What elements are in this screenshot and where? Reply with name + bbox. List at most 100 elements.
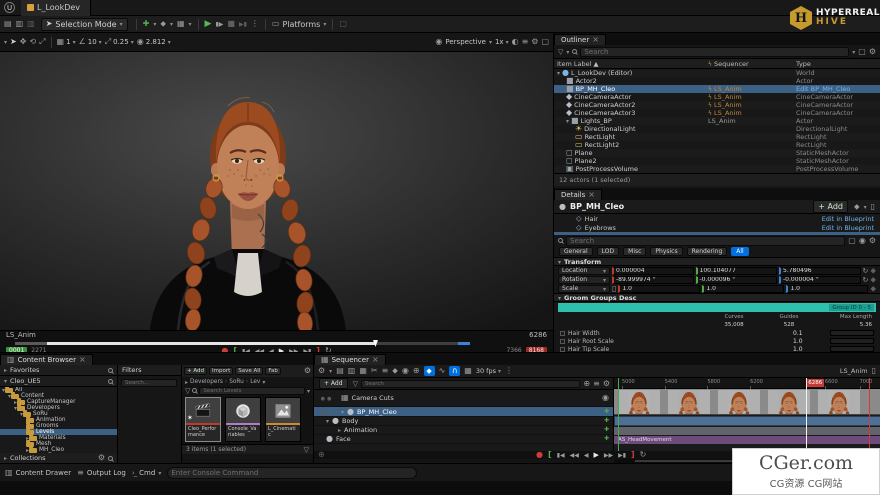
add-component-button[interactable]: + Add [813,200,848,213]
column-sequencer[interactable]: Sequencer [708,60,796,68]
go-to-end-button[interactable] [618,451,626,459]
console-command-input[interactable] [167,467,417,479]
sequencer-settings-icon[interactable] [318,367,325,375]
outliner-row[interactable]: Plane2StaticMeshActor [554,157,880,165]
step-back-button[interactable] [584,451,589,459]
timeline-ruler[interactable]: 5000 5400 5800 6200 6600 7000 6286 [614,378,880,389]
fab-button[interactable]: Fab [265,367,281,375]
keyframe-icon[interactable] [870,285,876,293]
tab-sequencer[interactable]: Sequencer [314,354,386,365]
content-drawer-button[interactable]: Content Drawer [5,469,71,477]
close-icon[interactable] [588,191,595,199]
chevron-down-icon[interactable] [262,378,265,386]
grid-snap-control[interactable]: 1 [57,38,76,46]
filter-all[interactable]: All [731,247,748,256]
add-track-button[interactable]: + Add [319,378,348,389]
render-movie-icon[interactable] [359,367,367,375]
outliner-row[interactable]: PostProcessVolumePostProcessVolume [554,165,880,173]
set-playback-start-button[interactable] [548,451,552,459]
actions-icon[interactable] [382,367,389,375]
transform-section-header[interactable]: Transform [554,257,880,266]
view-mode-icon[interactable] [512,38,519,46]
track-body[interactable]: Body [314,417,613,426]
checkbox[interactable] [560,339,565,344]
chevron-down-icon[interactable] [153,20,156,28]
outliner-row[interactable]: RectLight2RectLight [554,141,880,149]
component-row-eyebrows[interactable]: Eyebrows Edit in Blueprint [554,223,880,232]
hair-root-scale-value[interactable]: 1.0 [793,338,827,345]
lock-icon[interactable] [872,367,876,375]
groom-group-bar[interactable]: Group ID 0 - 5 [558,303,876,312]
expander-icon[interactable] [338,426,341,434]
project-header[interactable]: Cleo_UE5 [0,376,117,387]
list-options-icon[interactable] [593,380,600,388]
chevron-down-icon[interactable] [307,387,310,395]
tab-content-browser[interactable]: Content Browser [0,354,93,365]
expand-icon[interactable] [583,380,590,388]
asset-cleo-performance[interactable]: ✶ Cleo_Performance [185,397,221,442]
viewport-3d-canvas[interactable] [0,52,553,330]
details-settings-icon[interactable] [869,237,876,245]
column-type[interactable]: Type [796,60,880,68]
scale-dropdown[interactable]: Scale [558,285,610,293]
details-search-input[interactable] [566,236,845,246]
edit-in-blueprint-link[interactable]: Edit in Blueprint [822,215,874,223]
scale-lock-icon[interactable] [612,285,616,293]
solo-icon[interactable] [327,408,331,416]
play-options-icon[interactable] [251,20,259,28]
rotation-dropdown[interactable]: Rotation [558,276,610,284]
content-drawer-icon[interactable] [16,20,24,28]
breadcrumb-soru[interactable]: SoRu [229,379,244,385]
close-icon[interactable] [372,356,379,364]
loop-button[interactable] [640,451,647,459]
platforms-dropdown[interactable]: Platforms [272,20,326,29]
add-actor-icon[interactable] [143,20,150,28]
hair-width-value[interactable]: 0.1 [793,330,827,337]
rewind-button[interactable] [570,451,579,459]
outliner-row[interactable]: CineCameraActor2LS_AnimCineCameraActor [554,101,880,109]
scale-z-field[interactable]: 1.0 [786,285,868,293]
camera-speed-control[interactable]: 2.812 [137,38,171,46]
curve-editor-icon[interactable] [439,367,446,375]
cmd-dropdown[interactable]: Cmd [132,469,161,477]
screen-percentage-control[interactable]: 1x [495,38,509,46]
search-icon[interactable] [108,456,113,461]
camera-cuts-track-thumbnails[interactable] [614,389,880,415]
asset-l-cinematic[interactable]: L_Cinematic [265,397,301,442]
outliner-row[interactable]: RectLightRectLight [554,133,880,141]
viewport-options-icon[interactable] [4,38,7,46]
chevron-down-icon[interactable] [329,367,332,375]
stop-icon[interactable] [227,20,235,28]
visibility-icon[interactable] [859,237,866,245]
lock-icon[interactable] [871,203,875,211]
camera-icon[interactable] [464,367,472,375]
track-camera-cuts[interactable]: Camera Cuts [314,390,613,407]
gear-icon[interactable] [304,367,311,375]
rotate-tool-icon[interactable] [29,38,36,46]
import-button[interactable]: Import [209,367,233,375]
fps-dropdown[interactable]: 30 fps [476,367,501,375]
save-icon[interactable] [4,20,12,28]
asset-search-input[interactable] [199,387,305,395]
chevron-down-icon[interactable] [852,48,855,56]
outliner-row[interactable]: L_LookDev (Editor)World [554,69,880,77]
chevron-down-icon[interactable] [566,48,569,56]
keyframe-icon[interactable] [870,276,876,284]
keyframe-options-icon[interactable] [392,367,398,375]
rotation-x-field[interactable]: -89.999974 ° [612,276,694,284]
outliner-row-selected[interactable]: BP_MH_CleoLS_AnimEdit BP_MH_Cleo [554,85,880,93]
keyframe-icon[interactable] [870,267,876,275]
back-icon[interactable] [185,378,188,386]
rotation-z-field[interactable]: -0.000004 ° [779,276,861,284]
timeline-scrubber[interactable] [0,340,553,346]
expander-icon[interactable] [341,408,344,416]
gear-icon[interactable] [603,380,610,388]
outliner-row[interactable]: PlaneStaticMeshActor [554,149,880,157]
track-bp-mh-cleo[interactable]: BP_MH_Cleo [314,407,613,417]
add-button[interactable]: + Add [184,367,207,375]
selection-mode-dropdown[interactable]: Selection Mode [41,18,128,31]
close-icon[interactable] [592,36,599,44]
reset-icon[interactable] [863,276,869,284]
favorites-header[interactable]: Favorites [0,365,117,376]
perspective-dropdown[interactable]: Perspective [435,38,492,46]
